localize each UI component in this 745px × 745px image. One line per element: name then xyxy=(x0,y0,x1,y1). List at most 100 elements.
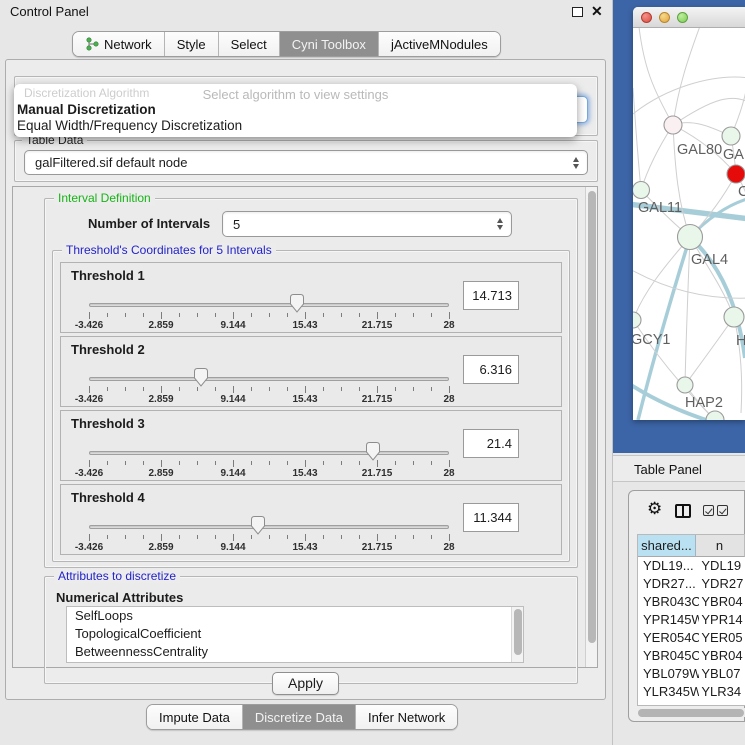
algorithm-option-manual[interactable]: Manual Discretization xyxy=(16,102,574,118)
list-item[interactable]: BetweennessCentrality xyxy=(67,643,523,661)
tab-infer-network[interactable]: Infer Network xyxy=(356,705,457,729)
network-edge[interactable] xyxy=(685,317,734,385)
network-edge[interactable] xyxy=(673,28,703,125)
network-node-label: GAL4 xyxy=(691,252,728,268)
table-row[interactable]: YIL053CYIL05 xyxy=(638,701,745,706)
threshold-value-field[interactable]: 11.344 xyxy=(463,503,519,532)
threshold-value-field[interactable]: 6.316 xyxy=(463,355,519,384)
close-icon[interactable]: ✕ xyxy=(591,3,603,20)
algorithm-option-equal-width[interactable]: Equal Width/Frequency Discretization xyxy=(16,118,574,134)
tick-mark xyxy=(251,535,252,539)
tab-network[interactable]: Network xyxy=(73,32,165,56)
tick-mark xyxy=(323,535,324,539)
network-icon xyxy=(85,37,99,51)
network-canvas[interactable]: GAL80GACGAL11GAL4GCY1HHAP2 xyxy=(633,28,745,420)
network-edge[interactable] xyxy=(638,28,673,125)
network-edge[interactable] xyxy=(685,237,690,385)
table-row[interactable]: YBR045CYBR04 xyxy=(638,647,745,665)
table-row[interactable]: YBL079WYBL07 xyxy=(638,665,745,683)
tick-mark xyxy=(413,461,414,465)
tick-mark xyxy=(89,386,90,393)
apply-button[interactable]: Apply xyxy=(272,672,339,695)
table-row[interactable]: YER054CYER05 xyxy=(638,629,745,647)
list-item[interactable]: TopologicalCoefficient xyxy=(67,625,523,643)
tick-mark xyxy=(107,313,108,317)
tick-mark xyxy=(197,387,198,391)
threshold-value-field[interactable]: 14.713 xyxy=(463,281,519,310)
threshold-slider-2[interactable]: -3.4262.8599.14415.4321.71528 xyxy=(89,377,449,407)
slider-track[interactable] xyxy=(89,303,449,307)
float-window-icon[interactable] xyxy=(572,7,583,17)
vertical-scrollbar[interactable] xyxy=(585,187,597,667)
tick-mark xyxy=(323,387,324,391)
scrollbar-thumb[interactable] xyxy=(638,709,744,717)
network-node[interactable] xyxy=(677,377,693,393)
network-edge[interactable] xyxy=(731,58,745,136)
threshold-slider-1[interactable]: -3.4262.8599.14415.4321.71528 xyxy=(89,303,449,333)
table-row[interactable]: YDR27...YDR27 xyxy=(638,575,745,593)
tab-select[interactable]: Select xyxy=(219,32,280,56)
network-node[interactable] xyxy=(706,411,724,420)
scrollbar-thumb[interactable] xyxy=(588,191,596,643)
number-of-intervals-combo[interactable]: 5 xyxy=(222,211,512,237)
gear-icon[interactable]: ⚙ xyxy=(647,500,662,517)
network-edge[interactable] xyxy=(673,98,745,125)
column-view-icon[interactable] xyxy=(675,504,691,518)
list-item[interactable]: SelfLoops xyxy=(67,607,523,625)
tick-mark xyxy=(287,313,288,317)
tab-discretize-data[interactable]: Discretize Data xyxy=(243,705,356,729)
close-traffic-light-icon[interactable] xyxy=(641,12,652,23)
horizontal-scrollbar[interactable] xyxy=(638,708,745,717)
table-row[interactable]: YPR145WYPR14 xyxy=(638,611,745,629)
list-scrollbar[interactable] xyxy=(511,607,523,662)
network-edge[interactable] xyxy=(633,237,690,320)
table-data-combo[interactable]: galFiltered.sif default node xyxy=(24,150,588,175)
zoom-traffic-light-icon[interactable] xyxy=(677,12,688,23)
checkbox-icon[interactable] xyxy=(703,505,714,516)
slider-track[interactable] xyxy=(89,377,449,381)
combo-stepper-icon xyxy=(497,218,503,230)
threshold-slider-4[interactable]: -3.4262.8599.14415.4321.71528 xyxy=(89,525,449,555)
column-header-name[interactable]: n xyxy=(696,535,745,557)
network-edge[interactable] xyxy=(690,237,734,317)
tick-mark xyxy=(251,313,252,317)
tick-mark xyxy=(341,313,342,317)
network-node[interactable] xyxy=(678,225,703,250)
slider-thumb[interactable] xyxy=(289,294,304,313)
column-header-shared[interactable]: shared... xyxy=(638,535,696,557)
slider-track[interactable] xyxy=(89,525,449,529)
tick-mark xyxy=(179,387,180,391)
tab-impute-data[interactable]: Impute Data xyxy=(147,705,243,729)
tab-jactivemnodules[interactable]: jActiveMNodules xyxy=(379,32,500,56)
network-node[interactable] xyxy=(727,165,745,183)
network-node[interactable] xyxy=(724,307,744,327)
network-edge[interactable] xyxy=(633,88,641,190)
table-row[interactable]: YBR043CYBR04 xyxy=(638,593,745,611)
minimize-traffic-light-icon[interactable] xyxy=(659,12,670,23)
tick-mark xyxy=(233,534,234,541)
table-row[interactable]: YDL19...YDL19 xyxy=(638,557,745,575)
tick-mark xyxy=(143,461,144,465)
network-edge[interactable] xyxy=(633,77,745,118)
tick-mark xyxy=(377,534,378,541)
network-node[interactable] xyxy=(664,116,682,134)
slider-track[interactable] xyxy=(89,451,449,455)
network-node[interactable] xyxy=(633,312,641,328)
slider-thumb[interactable] xyxy=(193,368,208,387)
slider-thumb[interactable] xyxy=(366,442,381,461)
network-edge[interactable] xyxy=(641,125,673,190)
tick-mark xyxy=(125,461,126,465)
tick-mark xyxy=(215,313,216,317)
tick-mark xyxy=(179,461,180,465)
tab-style[interactable]: Style xyxy=(165,32,219,56)
slider-thumb[interactable] xyxy=(251,516,266,535)
network-node[interactable] xyxy=(633,182,650,199)
checkbox-icon[interactable] xyxy=(717,505,728,516)
network-node-label: HAP2 xyxy=(685,395,723,411)
threshold-slider-3[interactable]: -3.4262.8599.14415.4321.71528 xyxy=(89,451,449,481)
threshold-value-field[interactable]: 21.4 xyxy=(463,429,519,458)
tab-cyni-toolbox[interactable]: Cyni Toolbox xyxy=(280,32,379,56)
network-node[interactable] xyxy=(722,127,740,145)
table-row[interactable]: YLR345WYLR34 xyxy=(638,683,745,701)
scrollbar-thumb[interactable] xyxy=(514,609,522,655)
